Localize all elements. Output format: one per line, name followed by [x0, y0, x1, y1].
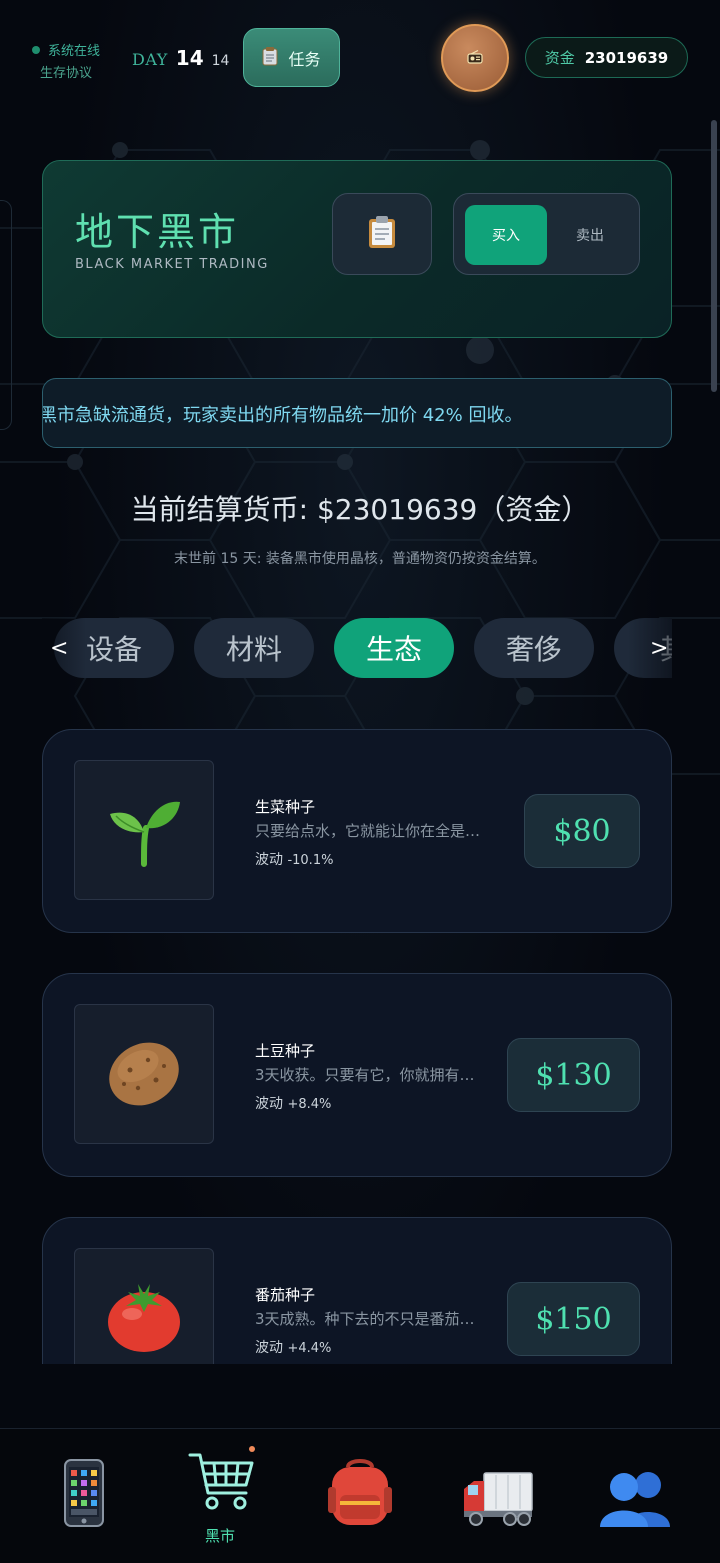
product-name: 生菜种子 — [255, 798, 316, 816]
status-dot-icon — [32, 45, 40, 54]
product-change-value: +8.4% — [287, 1097, 332, 1112]
product-change: 波动 +8.4% — [255, 1093, 331, 1113]
product-change-value: +4.4% — [287, 1341, 332, 1356]
product-card[interactable]: 土豆种子 3天收获。只要有它，你就拥有… 波动 +8.4% $130 — [42, 973, 672, 1177]
funds-value: 23019639 — [584, 48, 669, 67]
category-tabs: 设备 材料 生态 奢侈 其 — [42, 618, 672, 680]
task-button[interactable]: 任务 — [243, 28, 340, 87]
tab-luxury[interactable]: 奢侈 — [474, 618, 594, 678]
bottom-nav: 黑市 — [0, 1428, 720, 1563]
status-protocol-label: 生存协议 — [40, 66, 93, 81]
tab-materials[interactable]: 材料 — [194, 618, 314, 678]
market-subtitle: BLACK MARKET TRADING — [75, 257, 269, 272]
funds-display[interactable]: 资金 23019639 — [525, 37, 688, 78]
tab-equipment[interactable]: 设备 — [54, 618, 174, 678]
side-drawer-handle[interactable] — [0, 200, 12, 430]
nav-black-market[interactable]: 黑市 — [148, 1429, 292, 1563]
announcement-text: 日黑市急缺流通货，玩家卖出的所有物品统一加价 42% 回收。 — [42, 405, 523, 426]
product-name: 土豆种子 — [255, 1042, 316, 1060]
backpack-icon — [326, 1457, 394, 1531]
product-change-label: 波动 — [255, 1340, 283, 1356]
settlement-note: 末世前 15 天: 装备黑市使用晶核，普通物资仍按资金结算。 — [174, 551, 546, 567]
announcement-marquee: 日黑市急缺流通货，玩家卖出的所有物品统一加价 42% 回收。 — [42, 378, 672, 448]
product-change-value: -10.1% — [287, 853, 334, 868]
nav-truck[interactable] — [428, 1429, 572, 1563]
sell-tab[interactable]: 卖出 — [549, 205, 631, 265]
tomato-icon — [104, 1276, 184, 1360]
nav-people[interactable] — [564, 1429, 708, 1563]
settlement-currency: 当前结算货币: $23019639（资金） — [130, 493, 590, 526]
nav-phone[interactable] — [12, 1429, 156, 1563]
product-thumbnail — [74, 760, 214, 900]
trade-mode-toggle: 买入 卖出 — [453, 193, 640, 275]
product-name: 番茄种子 — [255, 1286, 316, 1304]
scrollbar[interactable] — [711, 120, 717, 392]
potato-icon — [104, 1032, 184, 1116]
market-log-button[interactable] — [332, 193, 432, 275]
status-online-label: 系统在线 — [48, 44, 101, 59]
market-title: 地下黑市 — [75, 210, 240, 254]
product-change-label: 波动 — [255, 852, 283, 868]
product-card[interactable]: 番茄种子 3天成熟。种下去的不只是番茄… 波动 +4.4% $150 — [42, 1217, 672, 1364]
product-description: 3天成熟。种下去的不只是番茄… — [255, 1310, 475, 1328]
radio-button[interactable] — [441, 24, 509, 92]
tabs-prev-button[interactable]: < — [50, 636, 68, 661]
shopping-cart-icon — [186, 1445, 258, 1519]
buy-tab[interactable]: 买入 — [465, 205, 547, 265]
clipboard-icon — [367, 214, 397, 254]
seedling-icon — [104, 788, 184, 872]
price-button[interactable]: $150 — [507, 1282, 640, 1356]
product-description: 3天收获。只要有它，你就拥有… — [255, 1066, 475, 1084]
radio-icon — [467, 49, 483, 68]
product-change: 波动 +4.4% — [255, 1337, 331, 1357]
product-list: 生菜种子 只要给点水，它就能让你在全是… 波动 -10.1% $80 土豆种子 … — [0, 700, 720, 1364]
day-sub-number: 14 — [211, 53, 230, 69]
system-status: 系统在线 生存协议 — [32, 40, 100, 81]
product-card[interactable]: 生菜种子 只要给点水，它就能让你在全是… 波动 -10.1% $80 — [42, 729, 672, 933]
market-header-card: 地下黑市 BLACK MARKET TRADING 买入 卖出 — [42, 160, 672, 338]
clipboard-icon — [262, 46, 278, 70]
product-thumbnail — [74, 1248, 214, 1364]
price-button[interactable]: $130 — [507, 1038, 640, 1112]
app-screen: 系统在线 生存协议 DAY 14 14 任务 资金 23019639 地下黑市 … — [0, 0, 720, 1563]
truck-icon — [462, 1469, 534, 1531]
day-label: DAY — [132, 50, 168, 69]
day-counter: DAY 14 14 — [132, 46, 229, 70]
nav-backpack[interactable] — [288, 1429, 432, 1563]
price-button[interactable]: $80 — [524, 794, 640, 868]
product-change-label: 波动 — [255, 1096, 283, 1112]
product-description: 只要给点水，它就能让你在全是… — [255, 822, 481, 840]
top-bar: 系统在线 生存协议 DAY 14 14 任务 资金 23019639 — [0, 0, 720, 110]
product-thumbnail — [74, 1004, 214, 1144]
nav-black-market-label: 黑市 — [204, 1527, 235, 1545]
funds-label: 资金 — [544, 49, 575, 67]
product-change: 波动 -10.1% — [255, 849, 333, 869]
phone-icon — [64, 1459, 104, 1531]
people-icon — [600, 1469, 672, 1531]
task-button-label: 任务 — [288, 49, 321, 69]
day-number: 14 — [175, 46, 204, 70]
tab-ecology[interactable]: 生态 — [334, 618, 454, 678]
tabs-next-button[interactable]: > — [650, 636, 668, 661]
